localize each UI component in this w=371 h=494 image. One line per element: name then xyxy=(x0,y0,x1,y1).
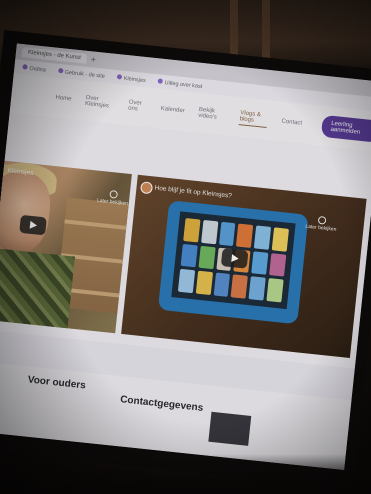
room-post xyxy=(230,0,238,60)
footer-heading-parents: Voor ouders xyxy=(27,374,87,392)
photo-scene: Kleinsjes - de Kunst + Ordina Gebruik - … xyxy=(0,0,371,494)
bookmark-label: Uitleg over kast xyxy=(164,79,203,90)
nav-item-vlogs[interactable]: Vlogs & blogs xyxy=(239,109,269,128)
shelf-board xyxy=(64,219,127,230)
bookmark-icon xyxy=(116,73,123,80)
app-tile xyxy=(183,218,201,243)
bookmark-item[interactable]: Gebruik - de site xyxy=(57,67,105,79)
nav-item-videos[interactable]: Bekijk video's xyxy=(198,107,227,122)
nav-item-contact[interactable]: Contact xyxy=(281,119,302,127)
monitor-screen: Kleinsjes - de Kunst + Ordina Gebruik - … xyxy=(0,43,371,470)
video-card-right[interactable]: Hoe blijf je fit op Kleinsjes? Later bek… xyxy=(121,174,367,358)
app-tile xyxy=(248,276,266,301)
nav-item-about[interactable]: Over Kleinsjes xyxy=(85,95,115,110)
nav-item-home[interactable]: Home xyxy=(55,95,72,103)
app-tile xyxy=(251,251,269,276)
bookmark-icon xyxy=(22,63,28,70)
app-tile xyxy=(254,225,272,250)
app-tile xyxy=(271,227,290,252)
enroll-student-button[interactable]: Leerling aanmelden xyxy=(320,114,371,143)
monitor-bezel: Kleinsjes - de Kunst + Ordina Gebruik - … xyxy=(0,30,371,490)
app-tile xyxy=(231,274,249,299)
bookmark-label: Gebruik - de site xyxy=(64,69,106,80)
child-shirt xyxy=(0,247,75,334)
app-tile xyxy=(266,278,284,303)
footer-image xyxy=(208,411,252,446)
app-tile xyxy=(177,269,195,294)
video-card-left[interactable]: Kleinsjes Later bekijken xyxy=(0,160,132,334)
watch-later-label: Later bekijken xyxy=(305,223,337,233)
channel-avatar xyxy=(139,181,154,195)
play-button[interactable] xyxy=(220,248,249,269)
bookmark-item[interactable]: Uitleg over kast xyxy=(157,77,203,90)
bookmark-label: Kleinsjes xyxy=(123,75,146,84)
app-tile xyxy=(218,221,236,246)
bookmark-item[interactable]: Ordina xyxy=(22,63,47,74)
app-tile xyxy=(269,252,287,277)
app-tile xyxy=(213,272,231,297)
bookmark-label: Ordina xyxy=(29,65,47,74)
bookmark-icon xyxy=(157,77,163,84)
desk-shadow xyxy=(0,454,371,494)
bookmark-icon xyxy=(57,67,64,73)
watch-later-button[interactable]: Later bekijken xyxy=(97,189,130,207)
clock-icon xyxy=(317,215,327,225)
video-title: Hoe blijf je fit op Kleinsjes? xyxy=(154,184,233,200)
app-tile xyxy=(198,245,216,270)
footer-heading-contact: Contactgegevens xyxy=(119,394,204,414)
new-tab-button[interactable]: + xyxy=(90,54,96,64)
room-post xyxy=(262,0,270,60)
app-tile xyxy=(195,270,213,296)
clock-icon xyxy=(108,189,118,199)
nav-item-team[interactable]: Over ons xyxy=(128,99,148,113)
play-button[interactable] xyxy=(19,214,47,236)
nav-item-calendar[interactable]: Kalender xyxy=(160,106,185,114)
app-tile xyxy=(200,219,219,244)
bookmark-item[interactable]: Kleinsjes xyxy=(116,73,146,84)
app-tile xyxy=(236,223,254,248)
watch-later-button[interactable]: Later bekijken xyxy=(305,215,338,233)
app-tile xyxy=(180,243,198,268)
